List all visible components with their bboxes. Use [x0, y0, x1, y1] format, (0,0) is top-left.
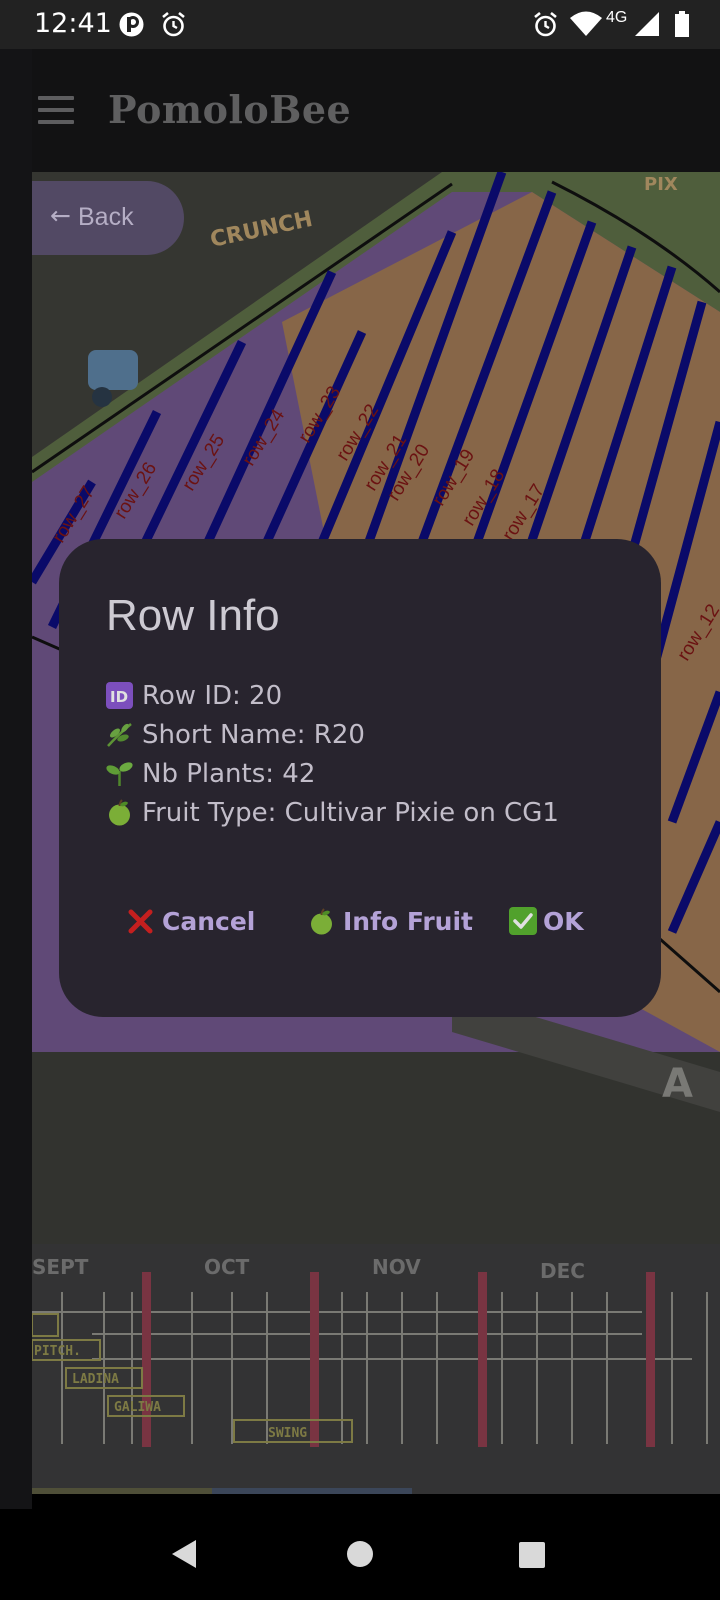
- app-notification-icon: [119, 12, 144, 37]
- wifi-icon: [570, 11, 602, 36]
- cross-mark-icon: [128, 909, 153, 934]
- green-apple-icon: [311, 908, 332, 935]
- cancel-button-label: Cancel: [162, 907, 256, 936]
- alarm-icon: [162, 11, 185, 37]
- ok-button-label: OK: [543, 907, 584, 936]
- short-name-text: Short Name: R20: [142, 720, 365, 750]
- app-bar: PomoloBee: [32, 49, 720, 172]
- cancel-button[interactable]: Cancel: [127, 907, 255, 936]
- status-bar: 12:41 4G: [0, 0, 720, 49]
- home-nav-icon[interactable]: [346, 1540, 374, 1568]
- network-type: 4G: [606, 9, 628, 26]
- signal-icon: [635, 12, 659, 36]
- green-apple-icon: [109, 799, 130, 826]
- herb-icon: [107, 723, 132, 747]
- row-info-dialog: Row Info ID Row ID: 20 Short Name: R20 N…: [59, 539, 661, 1017]
- check-mark-button-icon: [509, 907, 537, 935]
- fruit-type-line: Fruit Type: Cultivar Pixie on CG1: [106, 798, 559, 828]
- info-fruit-button-label: Info Fruit: [343, 907, 473, 936]
- back-button[interactable]: ← Back: [32, 181, 184, 255]
- recents-nav-icon[interactable]: [518, 1541, 546, 1569]
- ok-button[interactable]: OK: [509, 907, 584, 936]
- fruit-type-text: Fruit Type: Cultivar Pixie on CG1: [142, 798, 559, 828]
- app-title: PomoloBee: [108, 87, 352, 132]
- alarm-icon: [534, 11, 557, 37]
- battery-icon: [675, 11, 689, 37]
- svg-text:ID: ID: [110, 688, 128, 706]
- dialog-title: Row Info: [106, 591, 280, 640]
- menu-icon[interactable]: [38, 96, 74, 124]
- seedling-icon: [106, 762, 133, 786]
- nb-plants-line: Nb Plants: 42: [106, 759, 315, 789]
- id-icon: ID: [106, 682, 133, 709]
- system-nav-bar: [0, 1509, 720, 1600]
- row-id-text: Row ID: 20: [142, 681, 283, 711]
- short-name-line: Short Name: R20: [106, 720, 365, 750]
- nb-plants-text: Nb Plants: 42: [142, 759, 316, 789]
- status-time: 12:41: [34, 8, 112, 39]
- arrow-left-icon: ←: [50, 201, 71, 230]
- back-button-label: Back: [78, 203, 134, 231]
- row-id-line: ID Row ID: 20: [106, 681, 282, 711]
- info-fruit-button[interactable]: Info Fruit: [308, 907, 473, 936]
- back-nav-icon[interactable]: [170, 1539, 198, 1569]
